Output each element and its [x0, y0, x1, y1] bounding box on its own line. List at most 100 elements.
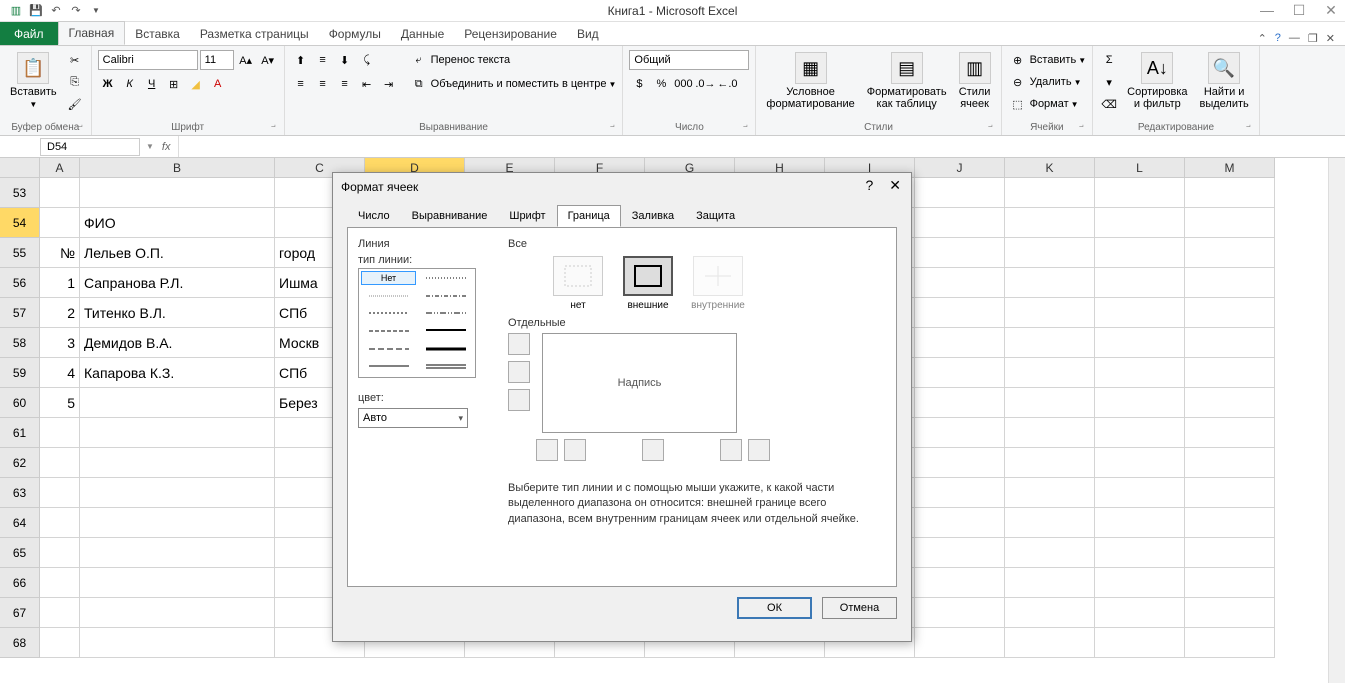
row-header[interactable]: 68 — [0, 628, 40, 658]
tab-review[interactable]: Рецензирование — [454, 23, 567, 45]
row-header[interactable]: 54 — [0, 208, 40, 238]
row-header[interactable]: 59 — [0, 358, 40, 388]
cell[interactable] — [1095, 208, 1185, 238]
cell[interactable] — [1005, 628, 1095, 658]
align-middle-icon[interactable]: ≡ — [313, 50, 333, 70]
tab-file[interactable]: Файл — [0, 22, 58, 45]
cell[interactable] — [1185, 388, 1275, 418]
tab-insert[interactable]: Вставка — [125, 23, 190, 45]
border-diag-up-button[interactable] — [536, 439, 558, 461]
cell[interactable] — [1185, 568, 1275, 598]
doc-minimize-icon[interactable]: — — [1289, 32, 1300, 45]
cell[interactable] — [40, 418, 80, 448]
cell[interactable] — [1185, 238, 1275, 268]
cell[interactable] — [1005, 298, 1095, 328]
border-diag-down-button[interactable] — [748, 439, 770, 461]
border-bottom-button[interactable] — [508, 389, 530, 411]
line-style-opt[interactable] — [418, 324, 473, 338]
cell[interactable] — [1095, 598, 1185, 628]
line-style-opt[interactable] — [361, 324, 416, 338]
border-top-button[interactable] — [508, 333, 530, 355]
cell[interactable]: Демидов В.А. — [80, 328, 275, 358]
cell[interactable] — [40, 568, 80, 598]
cell[interactable] — [915, 478, 1005, 508]
format-cells-button[interactable]: ⬚Формат▼ — [1008, 94, 1079, 114]
merge-center-button[interactable]: ⧉ Объединить и поместить в центре ▼ — [409, 74, 617, 94]
border-left-button[interactable] — [564, 439, 586, 461]
cell[interactable]: Титенко В.Л. — [80, 298, 275, 328]
row-header[interactable]: 61 — [0, 418, 40, 448]
cell[interactable] — [915, 628, 1005, 658]
cell[interactable]: Капарова К.З. — [80, 358, 275, 388]
align-center-icon[interactable]: ≡ — [313, 74, 333, 94]
row-header[interactable]: 60 — [0, 388, 40, 418]
cell[interactable] — [915, 328, 1005, 358]
help-icon[interactable]: ? — [1275, 32, 1281, 45]
preset-outline[interactable]: внешние — [618, 256, 678, 311]
cell[interactable] — [1095, 508, 1185, 538]
cell[interactable]: 3 — [40, 328, 80, 358]
row-header[interactable]: 62 — [0, 448, 40, 478]
line-style-selector[interactable]: Нет — [358, 268, 476, 378]
number-format-combo[interactable]: Общий — [629, 50, 749, 70]
increase-decimal-icon[interactable]: .0→ — [695, 74, 715, 94]
cell[interactable] — [1005, 418, 1095, 448]
align-right-icon[interactable]: ≡ — [335, 74, 355, 94]
excel-icon[interactable]: ▥ — [8, 3, 24, 19]
orientation-icon[interactable]: ⤹ — [357, 50, 377, 70]
namebox-dropdown-icon[interactable]: ▼ — [146, 142, 154, 151]
dialog-help-icon[interactable]: ? — [861, 177, 877, 194]
cell[interactable] — [1005, 508, 1095, 538]
fx-icon[interactable]: fx — [154, 141, 179, 153]
cell[interactable] — [80, 478, 275, 508]
name-box[interactable]: D54 — [40, 138, 140, 156]
cell[interactable] — [915, 598, 1005, 628]
clear-icon[interactable]: ⌫ — [1099, 94, 1119, 114]
borders-icon[interactable]: ⊞ — [164, 74, 184, 94]
wrap-text-button[interactable]: ⤶ Перенос текста — [409, 50, 617, 70]
cell[interactable] — [40, 478, 80, 508]
border-preview[interactable]: Надпись — [542, 333, 737, 433]
line-style-opt[interactable] — [418, 271, 473, 285]
cell[interactable] — [1005, 178, 1095, 208]
column-header-K[interactable]: K — [1005, 158, 1095, 178]
cell[interactable] — [1185, 508, 1275, 538]
italic-button[interactable]: К — [120, 74, 140, 94]
cell[interactable] — [915, 238, 1005, 268]
cell[interactable] — [40, 208, 80, 238]
cancel-button[interactable]: Отмена — [822, 597, 897, 619]
doc-close-icon[interactable]: ✕ — [1326, 32, 1335, 45]
cell[interactable] — [1095, 178, 1185, 208]
cell[interactable] — [1005, 358, 1095, 388]
dlg-tab-fill[interactable]: Заливка — [621, 205, 685, 227]
cell[interactable] — [1005, 388, 1095, 418]
cell[interactable] — [1185, 478, 1275, 508]
sort-filter-button[interactable]: A↓ Сортировка и фильтр — [1123, 50, 1191, 112]
border-vertical-button[interactable] — [642, 439, 664, 461]
currency-icon[interactable]: $ — [629, 74, 649, 94]
cell[interactable]: ФИО — [80, 208, 275, 238]
row-header[interactable]: 64 — [0, 508, 40, 538]
cell[interactable] — [1095, 478, 1185, 508]
dlg-tab-border[interactable]: Граница — [557, 205, 621, 227]
column-header-A[interactable]: A — [40, 158, 80, 178]
vertical-scrollbar[interactable] — [1328, 158, 1345, 683]
maximize-button[interactable]: ☐ — [1289, 2, 1309, 19]
row-header[interactable]: 53 — [0, 178, 40, 208]
cell[interactable] — [1005, 478, 1095, 508]
cell[interactable] — [40, 628, 80, 658]
cell[interactable] — [915, 418, 1005, 448]
cell[interactable] — [1095, 538, 1185, 568]
font-size-combo[interactable]: 11 — [200, 50, 234, 70]
align-left-icon[interactable]: ≡ — [291, 74, 311, 94]
border-right-button[interactable] — [720, 439, 742, 461]
cell[interactable]: 4 — [40, 358, 80, 388]
save-icon[interactable]: 💾 — [28, 3, 44, 19]
cell[interactable] — [1185, 298, 1275, 328]
line-style-opt[interactable] — [361, 359, 416, 373]
font-color-icon[interactable]: A — [208, 74, 228, 94]
cell[interactable] — [1095, 358, 1185, 388]
cell[interactable] — [1095, 628, 1185, 658]
dlg-tab-number[interactable]: Число — [347, 205, 401, 227]
find-select-button[interactable]: 🔍 Найти и выделить — [1196, 50, 1253, 112]
